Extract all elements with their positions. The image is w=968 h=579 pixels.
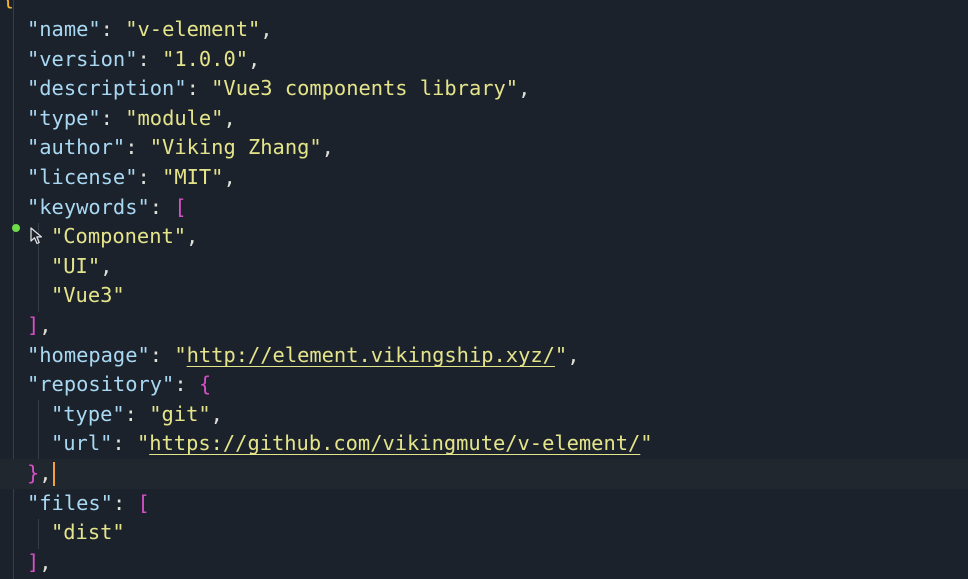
close-bracket: ] — [27, 550, 40, 574]
quote: " — [136, 431, 150, 455]
colon: : — [149, 195, 175, 219]
comma: , — [39, 550, 52, 574]
code-line-version[interactable]: "version": "1.0.0", — [0, 45, 968, 75]
json-key: "name" — [27, 17, 101, 41]
change-marker-dot — [12, 224, 20, 232]
colon: : — [112, 491, 138, 515]
comma: , — [321, 135, 334, 159]
comma: , — [223, 165, 236, 189]
code-line-name[interactable]: "name": "v-element", — [0, 15, 968, 45]
code-line-author[interactable]: "author": "Viking Zhang", — [0, 133, 968, 163]
json-key: "version" — [27, 47, 138, 71]
json-string: "Vue3" — [51, 283, 125, 307]
code-line-description[interactable]: "description": "Vue3 components library"… — [0, 74, 968, 104]
comma: , — [260, 17, 273, 41]
mouse-pointer-icon — [30, 227, 43, 245]
comma: , — [567, 343, 580, 367]
json-string: "Component" — [51, 224, 187, 248]
code-line-repo-url[interactable]: "url": "https://github.com/vikingmute/v-… — [0, 429, 968, 459]
comma: , — [39, 313, 52, 337]
comma: , — [518, 76, 531, 100]
repository-link[interactable]: https://github.com/vikingmute/v-element/ — [149, 431, 640, 455]
code-line-homepage[interactable]: "homepage": "http://element.vikingship.x… — [0, 341, 968, 371]
comma: , — [100, 254, 113, 278]
json-string: "Vue3 components library" — [211, 76, 519, 100]
colon: : — [125, 135, 150, 159]
json-key: "files" — [27, 491, 113, 515]
colon: : — [112, 431, 137, 455]
colon: : — [149, 343, 175, 367]
comma: , — [39, 461, 52, 485]
comma: , — [248, 47, 261, 71]
json-key: "type" — [51, 402, 125, 426]
json-string: "module" — [125, 106, 224, 130]
quote: " — [640, 431, 653, 455]
code-line-files[interactable]: "files": [ — [0, 489, 968, 519]
json-key: "homepage" — [27, 343, 150, 367]
colon: : — [137, 165, 163, 189]
code-line-close-keywords[interactable]: ], — [0, 311, 968, 341]
json-string: "1.0.0" — [162, 47, 248, 71]
code-line-repo-type[interactable]: "type": "git", — [0, 400, 968, 430]
json-string: "MIT" — [162, 165, 224, 189]
json-key: "type" — [27, 106, 101, 130]
colon: : — [137, 47, 163, 71]
json-string: "git" — [149, 402, 211, 426]
json-string: "UI" — [51, 254, 101, 278]
comma: , — [186, 224, 199, 248]
close-bracket: ] — [27, 313, 40, 337]
open-bracket: [ — [137, 491, 150, 515]
code-line-repository[interactable]: "repository": { — [0, 370, 968, 400]
code-line-type[interactable]: "type": "module", — [0, 104, 968, 134]
quote: " — [554, 343, 568, 367]
open-brace: { — [198, 372, 212, 396]
code-line-keywords[interactable]: "keywords": [ — [0, 193, 968, 223]
colon: : — [100, 106, 126, 130]
json-string: "dist" — [51, 520, 125, 544]
code-line-keyword-item[interactable]: "Component", — [0, 222, 968, 252]
colon: : — [124, 402, 150, 426]
json-string: "v-element" — [125, 17, 261, 41]
json-key: "repository" — [27, 372, 175, 396]
code-editor[interactable]: { "name": "v-element", "version": "1.0.0… — [0, 0, 968, 579]
open-bracket: [ — [174, 195, 187, 219]
code-line-files-item[interactable]: "dist" — [0, 518, 968, 548]
json-string: "Viking Zhang" — [149, 135, 322, 159]
colon: : — [186, 76, 212, 100]
code-line-keyword-item[interactable]: "UI", — [0, 252, 968, 282]
code-line-license[interactable]: "license": "MIT", — [0, 163, 968, 193]
json-key: "author" — [27, 135, 126, 159]
close-brace: } — [27, 461, 40, 485]
json-key: "license" — [27, 165, 138, 189]
colon: : — [174, 372, 199, 396]
comma: , — [210, 402, 223, 426]
json-key: "description" — [27, 76, 187, 100]
text-cursor — [52, 462, 55, 486]
comma: , — [223, 106, 236, 130]
colon: : — [100, 17, 126, 41]
code-line-keyword-item[interactable]: "Vue3" — [0, 281, 968, 311]
code-line-close-files[interactable]: ], — [0, 548, 968, 578]
homepage-link[interactable]: http://element.vikingship.xyz/ — [187, 343, 555, 367]
quote: " — [174, 343, 187, 367]
code-line-close-repository[interactable]: }, — [0, 459, 968, 489]
json-key: "url" — [51, 431, 113, 455]
json-key: "keywords" — [27, 195, 150, 219]
